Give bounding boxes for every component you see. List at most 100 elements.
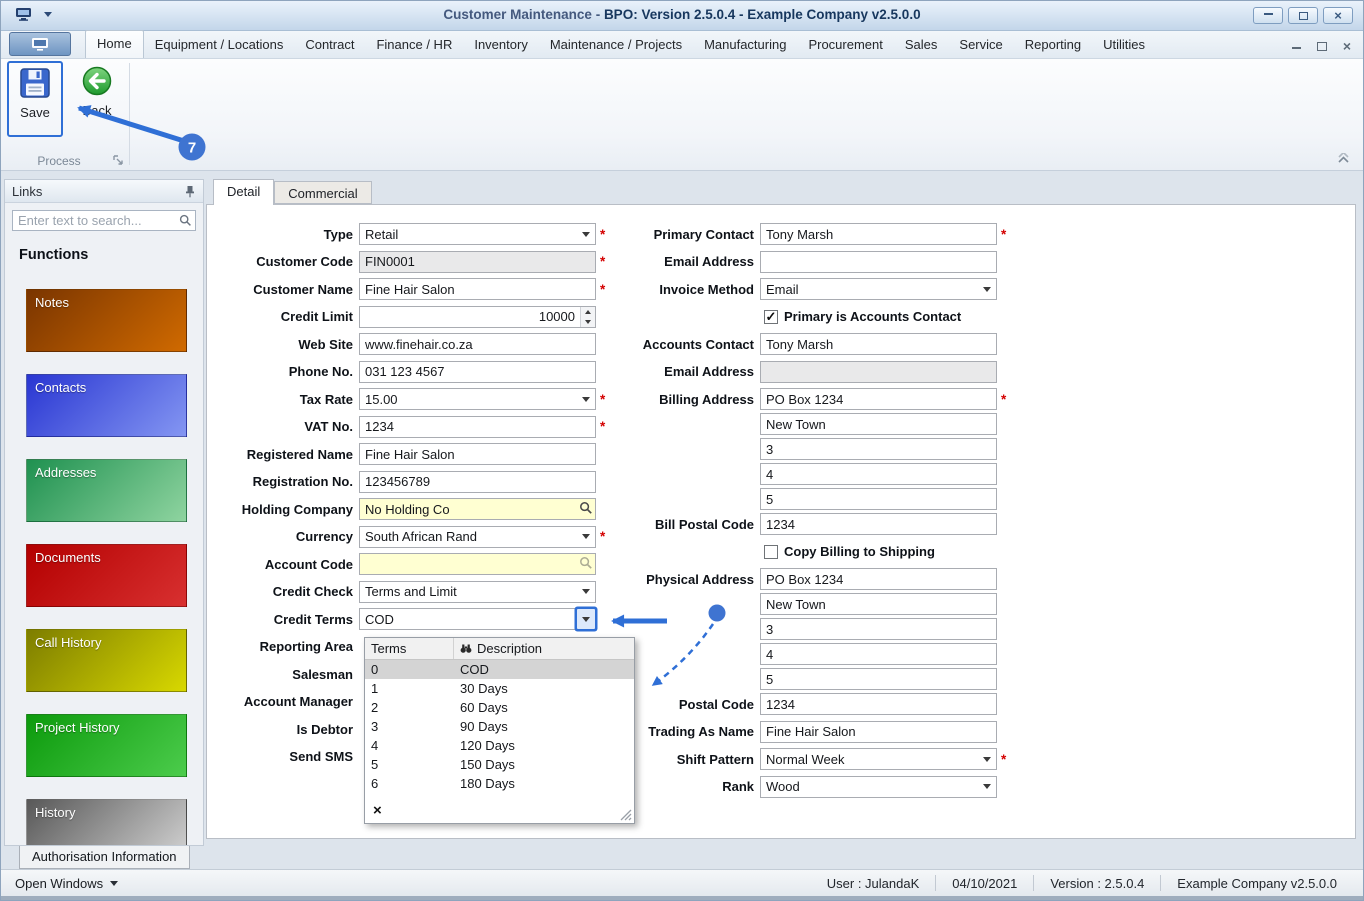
ribbon-tab-maintenance-projects[interactable]: Maintenance / Projects [539,32,693,58]
back-button[interactable]: Back [69,61,125,137]
open-windows-menu[interactable]: Open Windows [1,876,119,891]
status-version: Version : 2.5.0.4 [1050,875,1145,891]
web-site-label: Web Site [298,336,353,352]
dropdown-row-180-days[interactable]: 6 180 Days [365,774,634,793]
tab-detail[interactable]: Detail [213,179,275,205]
chevron-down-icon[interactable] [978,749,996,769]
customer-code-label: Customer Code [256,254,353,269]
sidebar-item-notes[interactable]: Notes [26,289,187,352]
primary-is-accounts-contact-checkbox[interactable]: ✓ [764,309,778,324]
mdi-minimize-icon[interactable] [1291,44,1301,49]
physical-address-line2-input[interactable] [760,593,997,615]
chevron-down-icon[interactable] [978,279,996,299]
links-search-input[interactable] [18,213,179,228]
sidebar-item-history[interactable]: History [26,799,187,845]
field-row-billing-address-4 [538,463,1018,485]
ribbon-tab-utilities[interactable]: Utilities [1092,32,1156,58]
field-row-billing-address-2 [538,413,1018,435]
billing-address-line2-input[interactable] [760,413,997,435]
application-icon [32,37,48,51]
physical-address-line4-input[interactable] [760,643,997,665]
email-address-input[interactable] [760,250,997,273]
field-row-primary-contact: Primary Contact * [538,223,1018,245]
ribbon-tab-finance-hr[interactable]: Finance / HR [365,32,463,58]
back-button-label: Back [82,103,112,118]
postal-code-input[interactable] [760,693,997,715]
credit-check-label: Credit Check [272,584,353,599]
accounts-email-label: Email Address [664,364,754,379]
field-row-email-address: Email Address [538,250,1018,273]
sidebar-item-addresses[interactable]: Addresses [26,459,187,522]
window-title: Customer Maintenance - BPO: Version 2.5.… [443,7,921,22]
bill-postal-code-input[interactable] [760,513,997,535]
tab-commercial[interactable]: Commercial [274,181,372,204]
ribbon-tab-home[interactable]: Home [85,30,144,58]
primary-contact-input[interactable] [760,223,997,245]
reporting-area-label: Reporting Area [259,639,353,654]
billing-address-line1-input[interactable] [760,388,997,410]
authorisation-information-tab[interactable]: Authorisation Information [19,846,190,869]
mdi-close-icon[interactable]: × [1343,39,1351,53]
close-button[interactable]: × [1323,7,1353,24]
primary-is-accounts-contact-row: ✓ Primary is Accounts Contact [764,306,1018,328]
ribbon-tab-service[interactable]: Service [948,32,1013,58]
shift-pattern-combobox[interactable]: Normal Week [760,748,997,770]
physical-address-line5-input[interactable] [760,668,997,690]
billing-address-line3-input[interactable] [760,438,997,460]
credit-terms-dropdown-panel: Terms Description 0 COD 1 30 Days 2 60 D… [364,637,635,824]
sidebar-item-documents[interactable]: Documents [26,544,187,607]
maximize-button[interactable] [1288,7,1318,24]
ribbon-tab-manufacturing[interactable]: Manufacturing [693,32,797,58]
group-dialog-launcher-icon[interactable] [113,155,124,166]
registration-no-label: Registration No. [252,474,353,489]
dropdown-column-terms[interactable]: Terms [365,638,454,659]
required-marker: * [1001,391,1007,407]
credit-limit-label: Credit Limit [280,309,353,324]
ribbon-tab-procurement[interactable]: Procurement [797,32,893,58]
minimize-button[interactable] [1253,7,1283,24]
dropdown-row-120-days[interactable]: 4 120 Days [365,736,634,755]
dropdown-clear-button[interactable]: × [373,803,382,818]
physical-address-line1-input[interactable] [760,568,997,590]
chevron-down-icon[interactable] [978,776,996,797]
dropdown-row-90-days[interactable]: 3 90 Days [365,717,634,736]
physical-address-label: Physical Address [646,571,754,587]
ribbon-tab-inventory[interactable]: Inventory [463,32,538,58]
pin-icon[interactable] [184,185,196,198]
sidebar-item-call-history[interactable]: Call History [26,629,187,692]
billing-address-line5-input[interactable] [760,488,997,510]
ribbon-tab-sales[interactable]: Sales [894,32,949,58]
save-button[interactable]: Save [7,61,63,137]
dropdown-row-30-days[interactable]: 1 30 Days [365,679,634,698]
status-company: Example Company v2.5.0.0 [1177,875,1337,891]
billing-address-line4-input[interactable] [760,463,997,485]
field-row-accounts-email: Email Address [538,360,1018,383]
copy-billing-to-shipping-checkbox[interactable] [764,544,778,559]
dropdown-column-description[interactable]: Description [454,638,634,659]
billing-address-label: Billing Address [659,391,754,407]
mdi-restore-icon[interactable] [1316,41,1327,51]
save-button-label: Save [20,105,50,120]
trading-as-name-input[interactable] [760,720,997,743]
ribbon-tab-equipment-locations[interactable]: Equipment / Locations [144,32,295,58]
ribbon-tab-contract[interactable]: Contract [294,32,365,58]
application-button[interactable] [9,32,71,56]
dropdown-row-cod[interactable]: 0 COD [365,660,634,679]
holding-company-label: Holding Company [241,501,353,517]
vat-no-label: VAT No. [304,419,353,434]
resize-grip[interactable] [620,809,632,821]
ribbon-tab-reporting[interactable]: Reporting [1014,32,1092,58]
sidebar-item-project-history[interactable]: Project History [26,714,187,777]
collapse-ribbon-icon[interactable] [1336,153,1351,164]
dropdown-row-150-days[interactable]: 5 150 Days [365,755,634,774]
invoice-method-combobox[interactable]: Email [760,278,997,300]
dropdown-row-60-days[interactable]: 2 60 Days [365,698,634,717]
sidebar-item-contacts[interactable]: Contacts [26,374,187,437]
type-label: Type [323,226,353,242]
status-user: User : JulandaK [826,875,920,891]
search-icon[interactable] [179,214,192,227]
accounts-contact-input[interactable] [760,333,997,355]
physical-address-line3-input[interactable] [760,618,997,640]
rank-combobox[interactable]: Wood [760,775,997,798]
required-marker: * [1001,751,1007,767]
